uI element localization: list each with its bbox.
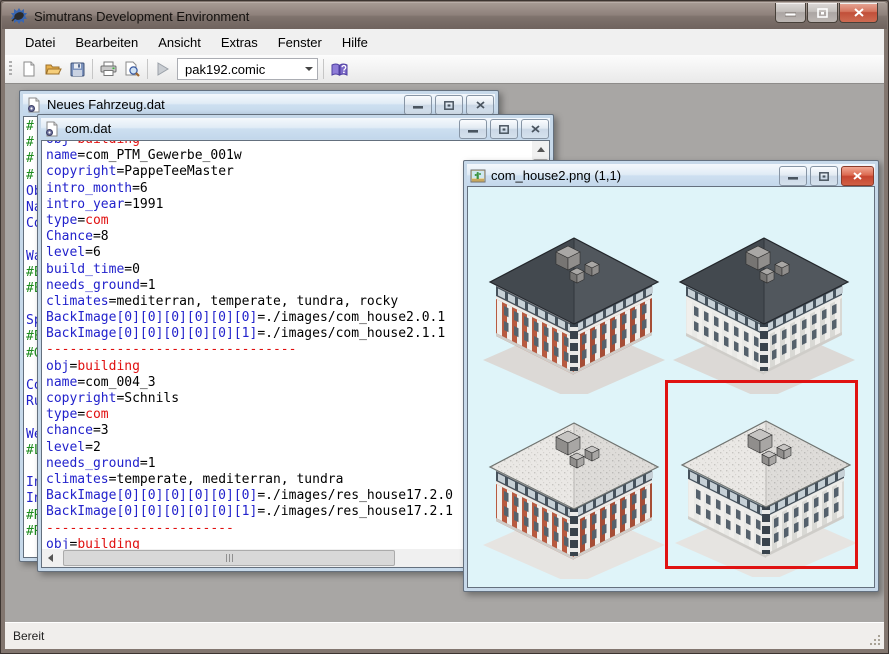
editor-line: ------------------------ bbox=[46, 521, 532, 537]
close-button[interactable] bbox=[839, 3, 878, 23]
menu-bar: DateiBearbeitenAnsichtExtrasFensterHilfe bbox=[5, 29, 884, 55]
editor-line: BackImage[0][0][0][0][0][1]=./images/res… bbox=[46, 504, 532, 520]
dat-file-icon bbox=[44, 121, 60, 137]
editor-line: -------------------------------- bbox=[46, 342, 532, 358]
pak-selector-value: pak192.comic bbox=[185, 62, 265, 77]
open-folder-icon bbox=[45, 61, 62, 77]
editor-line: climates=temperate, mediterran, tundra bbox=[46, 472, 532, 488]
save-button[interactable] bbox=[65, 57, 89, 81]
print-preview-icon bbox=[124, 61, 140, 77]
scroll-up-button[interactable] bbox=[532, 141, 549, 158]
triangle-left-icon bbox=[48, 554, 53, 562]
help-button[interactable] bbox=[327, 57, 351, 81]
building-tile-summer-red[interactable] bbox=[479, 224, 669, 399]
editor-line: type=com bbox=[46, 213, 532, 229]
neues-titlebar[interactable]: Neues Fahrzeug.dat bbox=[23, 94, 495, 115]
editor-line: climates=mediterran, temperate, tundra, … bbox=[46, 294, 532, 310]
image-minimize-button[interactable] bbox=[779, 166, 807, 186]
image-window-title: com_house2.png (1,1) bbox=[491, 168, 621, 183]
com-close-button[interactable] bbox=[521, 119, 549, 139]
editor-line: obj=building bbox=[46, 141, 532, 148]
neues-minimize-button[interactable] bbox=[404, 95, 432, 115]
editor-line: build_time=0 bbox=[46, 262, 532, 278]
menu-item-fenster[interactable]: Fenster bbox=[268, 30, 332, 55]
editor-line: intro_year=1991 bbox=[46, 197, 532, 213]
image-restore-button[interactable] bbox=[810, 166, 838, 186]
editor-line: level=2 bbox=[46, 440, 532, 456]
tile-selection-rectangle bbox=[665, 380, 858, 569]
main-titlebar[interactable]: Simutrans Development Environment bbox=[2, 2, 887, 29]
status-text: Bereit bbox=[13, 629, 44, 643]
com-titlebar[interactable]: com.dat bbox=[41, 118, 550, 139]
neues-restore-button[interactable] bbox=[435, 95, 463, 115]
restore-button[interactable] bbox=[807, 3, 838, 23]
editor-line: type=com bbox=[46, 407, 532, 423]
image-file-icon bbox=[470, 168, 486, 184]
editor-line: intro_month=6 bbox=[46, 181, 532, 197]
com-restore-button[interactable] bbox=[490, 119, 518, 139]
print-preview-button[interactable] bbox=[120, 57, 144, 81]
editor-line: needs_ground=1 bbox=[46, 278, 532, 294]
editor-line: copyright=PappeTeeMaster bbox=[46, 164, 532, 180]
pak-selector[interactable]: pak192.comic bbox=[177, 58, 318, 80]
open-file-button[interactable] bbox=[41, 57, 65, 81]
toolbar-grip[interactable] bbox=[9, 61, 12, 77]
editor-line: Chance=8 bbox=[46, 229, 532, 245]
toolbar-separator bbox=[147, 59, 148, 79]
dat-file-icon bbox=[26, 97, 42, 113]
building-tile-winter-red[interactable] bbox=[479, 409, 669, 584]
editor-line: BackImage[0][0][0][0][0][0]=./images/com… bbox=[46, 310, 532, 326]
menu-item-hilfe[interactable]: Hilfe bbox=[332, 30, 378, 55]
resize-grip-icon[interactable] bbox=[869, 634, 882, 647]
editor-line: BackImage[0][0][0][0][0][0]=./images/res… bbox=[46, 488, 532, 504]
menu-item-bearbeiten[interactable]: Bearbeiten bbox=[65, 30, 148, 55]
main-window-title: Simutrans Development Environment bbox=[34, 9, 249, 24]
image-close-button[interactable] bbox=[841, 166, 874, 186]
editor-line: BackImage[0][0][0][0][0][1]=./images/com… bbox=[46, 326, 532, 342]
new-document-icon bbox=[21, 61, 37, 77]
run-icon bbox=[157, 62, 169, 76]
horizontal-scroll-thumb[interactable] bbox=[63, 550, 395, 566]
print-button[interactable] bbox=[96, 57, 120, 81]
editor-line: obj=building bbox=[46, 359, 532, 375]
chevron-down-icon[interactable] bbox=[305, 67, 313, 71]
status-bar: Bereit bbox=[5, 622, 884, 649]
image-viewer[interactable] bbox=[467, 186, 875, 588]
menu-item-extras[interactable]: Extras bbox=[211, 30, 268, 55]
editor-line: needs_ground=1 bbox=[46, 456, 532, 472]
horizontal-scrollbar[interactable] bbox=[42, 549, 532, 567]
menu-item-ansicht[interactable]: Ansicht bbox=[148, 30, 211, 55]
toolbar-separator bbox=[92, 59, 93, 79]
triangle-up-icon bbox=[537, 147, 545, 152]
neues-window-title: Neues Fahrzeug.dat bbox=[47, 97, 165, 112]
editor-line: name=com_PTM_Gewerbe_001w bbox=[46, 148, 532, 164]
scroll-left-button[interactable] bbox=[42, 549, 59, 566]
image-titlebar[interactable]: com_house2.png (1,1) bbox=[467, 164, 875, 187]
print-icon bbox=[100, 61, 117, 77]
neues-close-button[interactable] bbox=[466, 95, 494, 115]
com-minimize-button[interactable] bbox=[459, 119, 487, 139]
editor-line: copyright=Schnils bbox=[46, 391, 532, 407]
menu-item-datei[interactable]: Datei bbox=[15, 30, 65, 55]
run-button[interactable] bbox=[151, 57, 175, 81]
window-com-house2-png[interactable]: com_house2.png (1,1) bbox=[463, 160, 879, 592]
help-book-icon bbox=[331, 62, 348, 77]
editor-line: level=6 bbox=[46, 245, 532, 261]
editor-line: name=com_004_3 bbox=[46, 375, 532, 391]
save-icon bbox=[70, 62, 85, 77]
minimize-button[interactable] bbox=[775, 3, 806, 23]
new-document-button[interactable] bbox=[17, 57, 41, 81]
toolbar: pak192.comic bbox=[5, 55, 884, 84]
toolbar-separator bbox=[323, 59, 324, 79]
com-editor-text[interactable]: obj=buildingname=com_PTM_Gewerbe_001wcop… bbox=[42, 141, 532, 549]
editor-line: chance=3 bbox=[46, 423, 532, 439]
mdi-area: Neues Fahrzeug.dat ####ObNaCoWa#E#ESp#E#… bbox=[5, 83, 884, 623]
com-window-title: com.dat bbox=[65, 121, 111, 136]
editor-line: obj=building bbox=[46, 537, 532, 549]
building-tile-summer-white[interactable] bbox=[669, 224, 859, 399]
main-window: Simutrans Development Environment DateiB… bbox=[0, 0, 889, 654]
app-icon bbox=[11, 8, 27, 24]
